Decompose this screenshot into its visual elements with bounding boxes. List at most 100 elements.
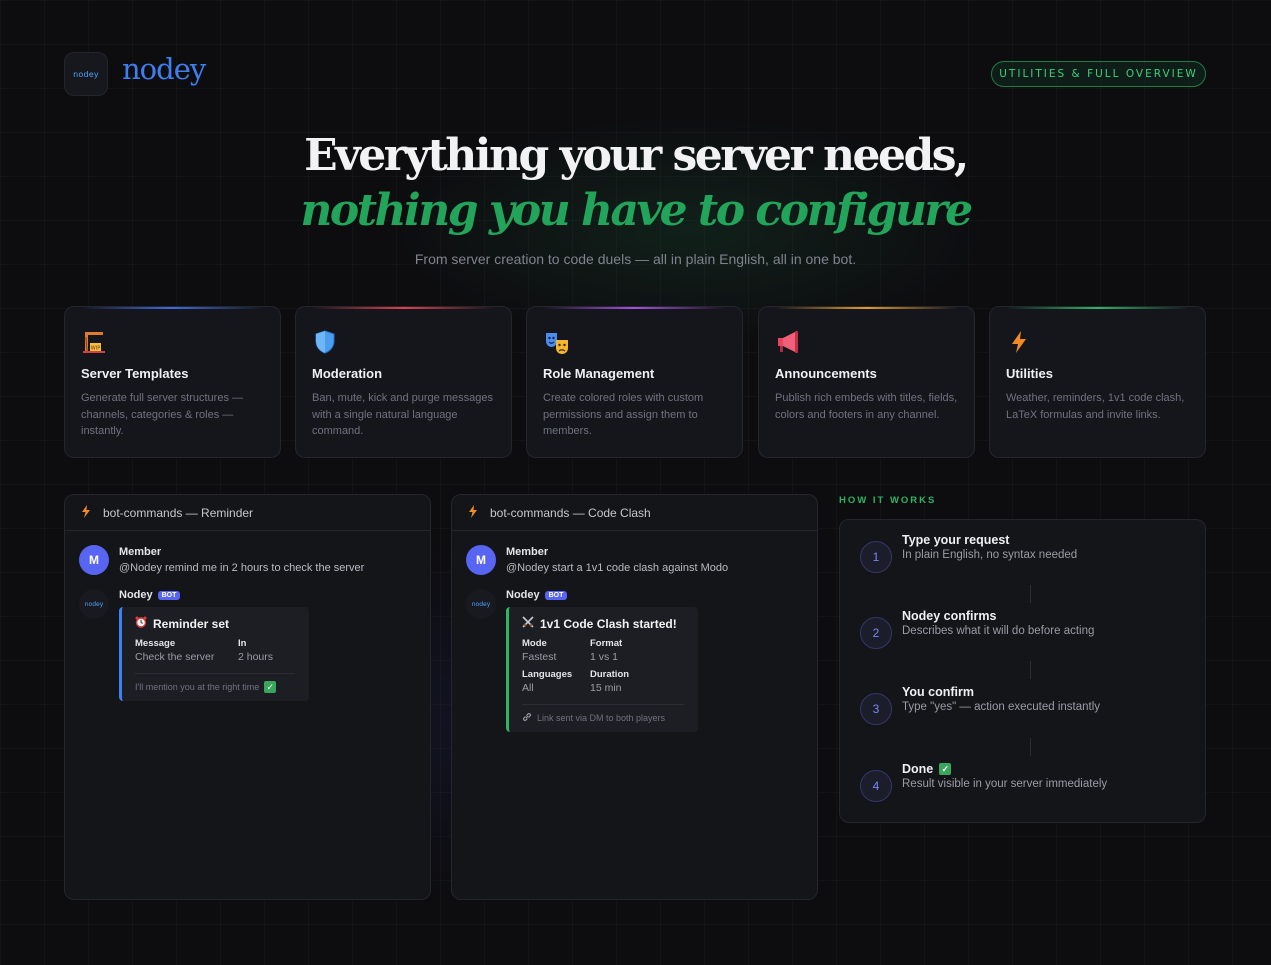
step-title: You confirm bbox=[902, 685, 974, 699]
hero-subtitle: From server creation to code duels — all… bbox=[414, 251, 857, 267]
embed-field: In 2 hours bbox=[238, 638, 295, 663]
lightning-bolt-icon bbox=[81, 504, 91, 521]
construction-crane-icon: WIP bbox=[81, 329, 109, 357]
channel-header: bot-commands — Reminder bbox=[65, 495, 430, 531]
feature-description: Create colored roles with custom permiss… bbox=[543, 392, 704, 437]
user-name[interactable]: Member bbox=[506, 546, 548, 558]
feature-card-announcements: Announcements Publish rich embeds with t… bbox=[758, 306, 975, 458]
bot-badge: BOT bbox=[544, 590, 568, 600]
step-connector bbox=[1030, 585, 1031, 603]
field-value: 1 vs 1 bbox=[590, 651, 619, 663]
embed-title: 1v1 Code Clash started! bbox=[540, 616, 677, 631]
step-title-row: Done ✓ bbox=[902, 762, 952, 776]
card-accent-bar bbox=[1006, 307, 1189, 309]
feature-description: Weather, reminders, 1v1 code clash, LaTe… bbox=[1006, 392, 1185, 421]
user-name[interactable]: Member bbox=[119, 546, 161, 558]
field-value: 15 min bbox=[590, 682, 622, 694]
channel-name: bot-commands — Reminder bbox=[103, 505, 254, 520]
feature-card-moderation: Moderation Ban, mute, kick and purge mes… bbox=[295, 306, 512, 458]
avatar[interactable]: M bbox=[466, 545, 496, 575]
lightning-bolt-icon bbox=[1006, 329, 1034, 357]
bot-avatar[interactable]: nodey bbox=[466, 589, 496, 619]
field-name: Message bbox=[135, 638, 176, 649]
step-description: Type "yes" — action executed instantly bbox=[902, 701, 1101, 713]
field-name: Mode bbox=[522, 638, 547, 649]
channel-header: bot-commands — Code Clash bbox=[452, 495, 817, 531]
user-message: @Nodey remind me in 2 hours to check the… bbox=[119, 562, 365, 574]
field-value: Check the server bbox=[135, 651, 215, 663]
card-accent-bar bbox=[543, 307, 726, 309]
megaphone-icon bbox=[775, 329, 803, 357]
feature-description: Generate full server structures — channe… bbox=[81, 392, 244, 437]
field-value: 2 hours bbox=[238, 651, 274, 663]
feature-title: Moderation bbox=[312, 366, 383, 381]
step-connector bbox=[1030, 661, 1031, 679]
embed-fields: Mode Fastest Format 1 vs 1 Languages All Du… bbox=[522, 638, 684, 694]
feature-title: Server Templates bbox=[81, 366, 189, 381]
section-pill: UTILITIES & FULL OVERVIEW bbox=[991, 61, 1206, 87]
feature-card-utilities: Utilities Weather, reminders, 1v1 code c… bbox=[989, 306, 1206, 458]
embed-title-row: 1v1 Code Clash started! bbox=[522, 616, 684, 631]
step-description: Describes what it will do before acting bbox=[902, 625, 1095, 637]
bot-badge: BOT bbox=[157, 590, 181, 600]
check-mark-icon: ✓ bbox=[939, 763, 952, 775]
embed-field: Message Check the server bbox=[135, 638, 222, 663]
link-icon bbox=[522, 712, 532, 724]
chat-panel-code-clash: bot-commands — Code Clash M Member @Node… bbox=[451, 494, 818, 900]
crossed-swords-icon bbox=[522, 616, 534, 631]
check-mark-icon: ✓ bbox=[264, 681, 277, 693]
embed-footer: Link sent via DM to both players bbox=[522, 704, 684, 724]
bot-embed: Reminder set Message Check the server In 2… bbox=[119, 607, 309, 701]
field-name: Duration bbox=[590, 669, 630, 680]
card-accent-bar bbox=[312, 307, 495, 309]
embed-fields: Message Check the server In 2 hours bbox=[135, 638, 295, 663]
shield-icon bbox=[312, 329, 340, 357]
embed-field: Format 1 vs 1 bbox=[590, 638, 684, 663]
feature-description: Publish rich embeds with titles, fields,… bbox=[775, 392, 958, 421]
how-it-works-panel: 1 Type your request In plain English, no… bbox=[839, 519, 1206, 823]
step-number: 3 bbox=[860, 693, 892, 725]
bot-avatar[interactable]: nodey bbox=[79, 589, 109, 619]
feature-card-role-management: Role Management Create colored roles wit… bbox=[526, 306, 743, 458]
chat-panel-reminder: bot-commands — Reminder M Member @Nodey … bbox=[64, 494, 431, 900]
how-it-works-label: HOW IT WORKS bbox=[839, 495, 937, 506]
hero-title: Everything your server needs, bbox=[304, 130, 969, 181]
logo[interactable]: nodey bbox=[64, 52, 108, 96]
bot-name[interactable]: Nodey bbox=[119, 589, 153, 601]
user-message: @Nodey start a 1v1 code clash against Mo… bbox=[506, 562, 729, 574]
hero-title-accent: nothing you have to configure bbox=[300, 185, 973, 236]
feature-title: Announcements bbox=[775, 366, 877, 381]
logo-text: nodey bbox=[73, 69, 99, 79]
feature-card-server-templates: WIP Server Templates Generate full serve… bbox=[64, 306, 281, 458]
card-accent-bar bbox=[81, 307, 264, 309]
step-title: Nodey confirms bbox=[902, 609, 997, 623]
step-number: 1 bbox=[860, 541, 892, 573]
embed-field: Mode Fastest bbox=[522, 638, 574, 663]
footer-text: Link sent via DM to both players bbox=[537, 713, 666, 723]
alarm-clock-icon bbox=[135, 616, 147, 631]
embed-title-row: Reminder set bbox=[135, 616, 295, 631]
embed-title: Reminder set bbox=[153, 616, 230, 631]
channel-name: bot-commands — Code Clash bbox=[490, 505, 651, 520]
bot-name[interactable]: Nodey bbox=[506, 589, 540, 601]
step-description: Result visible in your server immediatel… bbox=[902, 778, 1108, 790]
field-name: Languages bbox=[522, 669, 573, 680]
embed-field: Languages All bbox=[522, 669, 574, 694]
theater-masks-icon bbox=[543, 329, 571, 357]
avatar[interactable]: M bbox=[79, 545, 109, 575]
field-value: All bbox=[522, 682, 534, 694]
step-title: Type your request bbox=[902, 533, 1010, 547]
svg-text:WIP: WIP bbox=[91, 346, 100, 352]
brand-name[interactable]: nodey bbox=[122, 52, 206, 86]
feature-description: Ban, mute, kick and purge messages with … bbox=[312, 392, 493, 437]
footer-text: I'll mention you at the right time bbox=[135, 682, 260, 692]
step-number: 2 bbox=[860, 617, 892, 649]
embed-footer: I'll mention you at the right time ✓ bbox=[135, 673, 295, 693]
field-name: In bbox=[238, 638, 247, 649]
step-description: In plain English, no syntax needed bbox=[902, 549, 1078, 561]
card-accent-bar bbox=[775, 307, 958, 309]
step-connector bbox=[1030, 738, 1031, 756]
feature-title: Utilities bbox=[1006, 366, 1053, 381]
embed-field: Duration 15 min bbox=[590, 669, 684, 694]
bot-avatar-text: nodey bbox=[471, 600, 491, 608]
